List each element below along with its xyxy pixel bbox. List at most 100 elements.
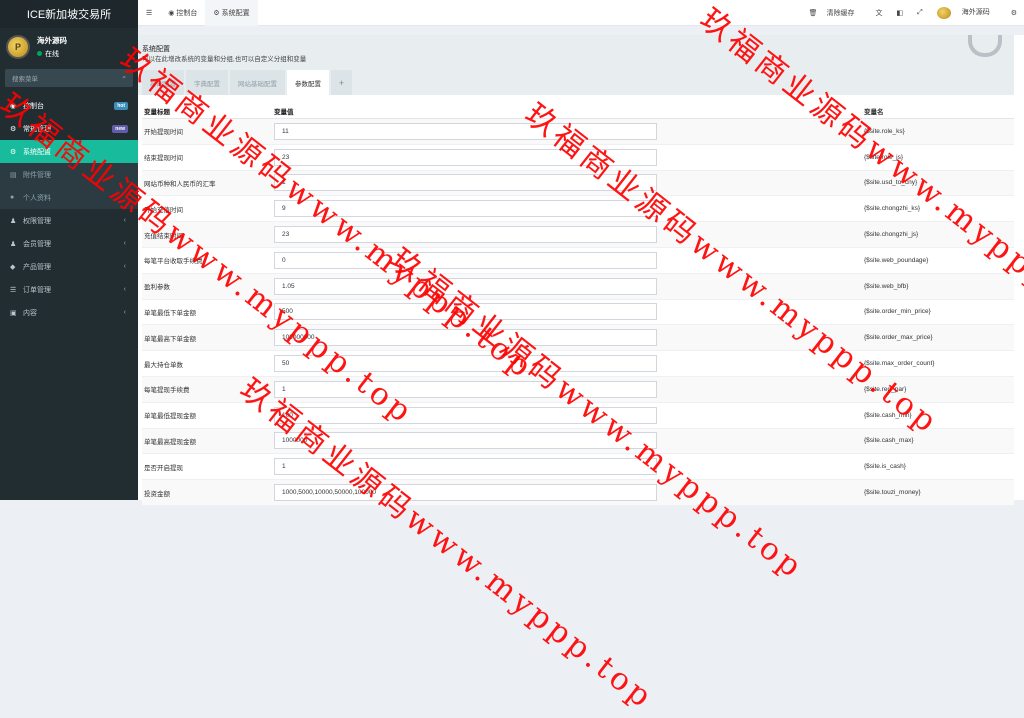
- users-icon: ♟: [10, 240, 17, 248]
- variable-title: 结束提现时间: [144, 155, 183, 163]
- variable-title: 最大持仓单数: [144, 361, 183, 369]
- variable-value-input[interactable]: 0: [274, 251, 657, 269]
- chevron-left-icon: ‹: [123, 240, 126, 247]
- variable-value-input[interactable]: 11: [274, 122, 657, 140]
- variable-title: 开始提现时间: [144, 129, 183, 137]
- top-user-menu[interactable]: 海外源码: [930, 6, 1004, 19]
- variable-name: {$site.role_js}: [864, 153, 904, 161]
- table-row: 网站币种和人民币的汇率 1 {$site.usd_to_cny}: [142, 170, 1014, 197]
- table-header: 变量标题 变量值 变量名: [142, 103, 1014, 119]
- list-icon: ☰: [10, 286, 17, 294]
- app-title[interactable]: ICE新加坡交易所: [0, 0, 138, 28]
- variable-value-input[interactable]: 1000,5000,10000,50000,100000: [274, 484, 657, 502]
- gear-icon: ⚙: [10, 148, 17, 156]
- user-icon: ●: [10, 194, 15, 201]
- variable-value-input[interactable]: 1: [274, 458, 657, 476]
- variable-name: {$site.max_order_count}: [864, 360, 935, 368]
- user-name: 海外源码: [37, 36, 67, 45]
- variable-value-input[interactable]: 1: [274, 380, 657, 398]
- variable-name: {$site.chongzhi_js}: [864, 231, 919, 239]
- sidebar-item-3[interactable]: ▤ 附件管理: [0, 163, 138, 186]
- variable-title: 每笔平台收取手续费: [144, 258, 203, 266]
- sidebar-item-label: 会员管理: [23, 240, 51, 248]
- clear-cache-button[interactable]: 🗑 清除缓存: [802, 8, 869, 18]
- sidebar-toggle-button[interactable]: ☰: [138, 0, 160, 26]
- file-icon: ▤: [10, 171, 17, 179]
- table-row: 充值结束时间 23 {$site.chongzhi_js}: [142, 222, 1014, 248]
- settings-icon[interactable]: ⚙: [1004, 9, 1024, 17]
- variable-name: {$site.order_max_price}: [864, 334, 933, 342]
- table-row: 结束提现时间 23 {$site.role_js}: [142, 145, 1014, 171]
- sidebar-item-0[interactable]: ◉ 控制台 hot: [0, 94, 138, 117]
- menu-search-input[interactable]: 搜索菜单 ⌕: [5, 69, 133, 87]
- table-row: 每笔平台收取手续费 0 {$site.web_poundage}: [142, 248, 1014, 274]
- variable-title: 充值结束时间: [144, 232, 183, 240]
- search-icon[interactable]: ⌕: [122, 74, 126, 82]
- variable-title: 盈利参数: [144, 284, 170, 292]
- variable-name: {$site.touzi_money}: [864, 489, 921, 497]
- user-panel: P 海外源码 在线: [0, 28, 138, 66]
- table-row: 盈利参数 1.05 {$site.web_bfb}: [142, 273, 1014, 300]
- sidebar-item-7[interactable]: ◆ 产品管理 ‹: [0, 255, 138, 278]
- tab-config-3[interactable]: 参数配置: [287, 70, 329, 95]
- sidebar-item-2[interactable]: ⚙ 系统配置: [0, 140, 138, 163]
- variable-value-input[interactable]: 23: [274, 226, 657, 244]
- variable-value-input[interactable]: 100000000: [274, 329, 657, 347]
- gear-icon: ⚙: [213, 9, 220, 17]
- variable-title: 网站币种和人民币的汇率: [144, 180, 216, 188]
- sidebar-item-6[interactable]: ♟ 会员管理 ‹: [0, 232, 138, 255]
- variable-title: 开始充值时间: [144, 206, 183, 214]
- chevron-left-icon: ‹: [123, 217, 126, 224]
- variable-value-input[interactable]: 23: [274, 148, 657, 166]
- theme-icon[interactable]: ◧: [889, 9, 910, 17]
- tab-config-0[interactable]: 基础配置: [142, 70, 184, 95]
- variable-value-input[interactable]: 1000000: [274, 432, 657, 450]
- variable-value-input[interactable]: 100: [274, 406, 657, 424]
- tab-dashboard[interactable]: ◉ 控制台: [160, 0, 205, 26]
- chevron-left-icon: ‹: [123, 309, 126, 316]
- language-icon[interactable]: 文: [868, 8, 889, 18]
- sidebar-item-label: 订单管理: [23, 286, 51, 294]
- variable-name: {$site.web_bfb}: [864, 282, 909, 290]
- variable-name: {$site.usd_to_cny}: [864, 179, 918, 187]
- variable-value-input[interactable]: 1.05: [274, 277, 657, 295]
- group-icon: ♟: [10, 217, 17, 225]
- sidebar-item-label: 常规管理: [23, 125, 51, 133]
- dashboard-icon: ◉: [10, 102, 17, 110]
- sidebar-item-5[interactable]: ♟ 权限管理 ‹: [0, 209, 138, 232]
- variable-name: {$site.is_cash}: [864, 463, 906, 471]
- add-tab-button[interactable]: +: [331, 70, 352, 95]
- table-row: 开始提现时间 11 {$site.role_ks}: [142, 119, 1014, 145]
- variable-title: 单笔最低提现金额: [144, 413, 196, 421]
- chevron-left-icon: ‹: [123, 286, 126, 293]
- variable-name: {$site.order_min_price}: [864, 308, 931, 316]
- table-row: 单笔最高提现金额 1000000 {$site.cash_max}: [142, 428, 1014, 455]
- sidebar-item-8[interactable]: ☰ 订单管理 ‹: [0, 278, 138, 301]
- table-row: 是否开启提现 1 {$site.is_cash}: [142, 454, 1014, 481]
- tab-config-2[interactable]: 网站基础配置: [230, 70, 285, 95]
- variable-value-input[interactable]: 50: [274, 355, 657, 373]
- folder-icon: ▣: [10, 309, 17, 317]
- variable-title: 投资金额: [144, 490, 170, 498]
- sidebar-item-9[interactable]: ▣ 内容 ‹: [0, 301, 138, 324]
- variable-value-input[interactable]: 1: [274, 174, 657, 192]
- variable-value-input[interactable]: 9: [274, 200, 657, 218]
- chevron-left-icon: ‹: [123, 263, 126, 270]
- variable-name: {$site.role_ks}: [864, 127, 905, 135]
- config-table: 变量标题 变量值 变量名 开始提现时间 11 {$site.role_ks} 结束提现…: [142, 103, 1014, 506]
- sidebar-item-4[interactable]: ● 个人资料: [0, 186, 138, 209]
- fullscreen-icon[interactable]: ⤢: [910, 9, 930, 17]
- table-row: 每笔提现手续费 1 {$site.reg_par}: [142, 376, 1014, 403]
- panel-heading: 系统配置 可以在此增改系统的变量和分组,也可以自定义分组和变量 基础配置 字典配置…: [138, 35, 1014, 95]
- table-row: 投资金额 1000,5000,10000,50000,100000 {$site.t…: [142, 480, 1014, 506]
- badge: new: [112, 124, 128, 133]
- top-navbar: ☰ ◉ 控制台 ⚙ 系统配置 🗑 清除缓存 文 ◧ ⤢ 海外源码 ⚙: [138, 0, 1024, 26]
- sidebar-item-1[interactable]: ⚙ 常规管理 new: [0, 117, 138, 140]
- variable-name: {$site.web_poundage}: [864, 256, 929, 264]
- variable-name: {$site.cash_max}: [864, 437, 914, 445]
- variable-title: 是否开启提现: [144, 464, 183, 472]
- tab-system-config[interactable]: ⚙ 系统配置: [205, 0, 258, 26]
- variable-title: 每笔提现手续费: [144, 387, 190, 395]
- variable-value-input[interactable]: 500: [274, 303, 657, 321]
- tab-config-1[interactable]: 字典配置: [186, 70, 228, 95]
